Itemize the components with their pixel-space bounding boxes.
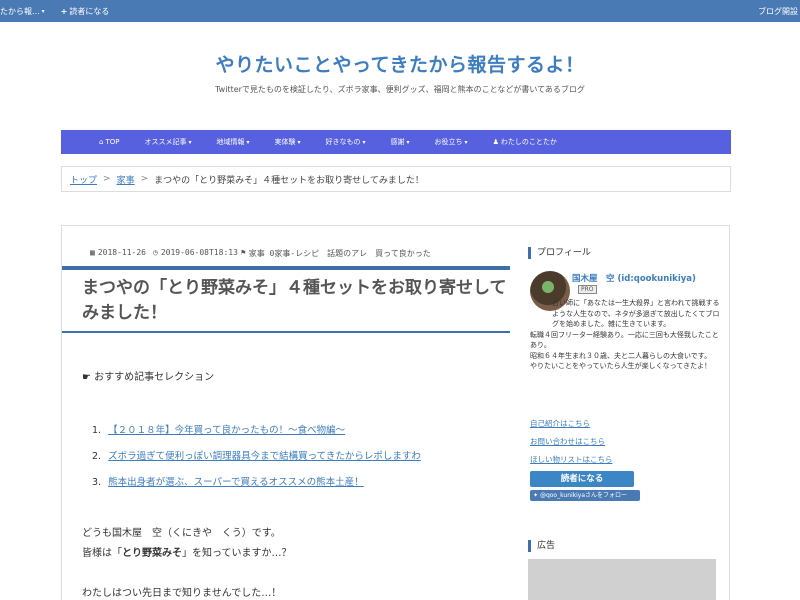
breadcrumb-category-link[interactable]: 家事 (117, 173, 135, 186)
category-list[interactable]: 家事 0家事-レシピ 話題のアレ 買って良かった (249, 248, 431, 259)
nav-item-about-me[interactable]: ♟ わたしのことたか (493, 137, 557, 147)
nav-item-local-info[interactable]: 地域情報 ▾ (216, 137, 249, 147)
caret-down-icon: ▾ (41, 8, 45, 15)
self-intro-link[interactable]: 自己紹介はこちら (530, 418, 590, 429)
calendar-icon: ▦ (90, 248, 95, 257)
author-name[interactable]: 国木屋 空 (id:qookunikiya) (572, 272, 696, 284)
breadcrumb-separator: > (103, 174, 111, 184)
start-blog-link[interactable]: ブログ開設 (758, 6, 798, 17)
twitter-follow-button[interactable]: ✦ @qoo_kunikiyaさんをフォロー (530, 490, 640, 501)
body-paragraph: どうも国木屋 空（くにきや くう）です。 (82, 528, 281, 539)
article-title[interactable]: まつやの「とり野菜みそ」４種セットをお取り寄せしてみました！ (82, 276, 512, 326)
chevron-down-icon: ▾ (464, 138, 468, 146)
nav-item-top[interactable]: ⌂ TOP (99, 138, 119, 146)
plus-icon: + (60, 7, 68, 16)
site-description: Twitterで見たものを検証したり、ズボラ家事、便利グッズ、福岡と熊本のことな… (215, 85, 585, 94)
title-top-border (62, 266, 520, 270)
recommended-link[interactable]: ズボラ過ぎて便利っぽい調理器具今まで結構買ってきたからレポしますわ (108, 451, 421, 462)
title-bottom-border (62, 331, 520, 333)
body-paragraph: 皆様は「とり野菜みそ」を知っていますか…？ (82, 548, 292, 559)
profile-heading: プロフィール (528, 247, 591, 259)
pointing-hand-icon: ☛ (82, 372, 91, 383)
nav-item-useful[interactable]: お役立ち ▾ (435, 137, 468, 147)
chevron-down-icon: ▾ (188, 138, 192, 146)
home-icon: ⌂ (99, 138, 104, 146)
recommended-link[interactable]: 【２０１８年】今年買って良かったもの！～食べ物編～ (108, 425, 345, 436)
contact-link[interactable]: お問い合わせはこちら (530, 436, 605, 447)
chevron-down-icon: ▾ (246, 138, 250, 146)
blog-menu-link[interactable]: たから報... ▾ (0, 6, 45, 17)
subscribe-link[interactable]: + 読者になる (61, 6, 110, 17)
wishlist-link[interactable]: ほしい物リストはこちら (530, 454, 613, 465)
top-bar: たから報... ▾ + 読者になる ブログ開設 (0, 0, 800, 22)
recommended-list: 1. 【２０１８年】今年買って良かったもの！～食べ物編～ 2. ズボラ過ぎて便利… (92, 422, 421, 500)
nav-item-favorites[interactable]: 好きなもの ▾ (326, 137, 366, 147)
list-item: 3. 熊本出身者が選ぶ、スーパーで買えるオススメの熊本土産！ (92, 477, 364, 488)
subscribe-button[interactable]: 読者になる (530, 471, 634, 487)
twitter-icon: ✦ (533, 492, 539, 499)
user-icon: ♟ (492, 138, 499, 146)
chevron-down-icon: ▾ (406, 138, 410, 146)
breadcrumb: トップ > 家事 > まつやの「とり野菜みそ」４種セットをお取り寄せしてみました… (61, 166, 731, 192)
sidebar: プロフィール 国木屋 空 (id:qookunikiya) PRO 占い師に「あ… (510, 225, 730, 600)
body-paragraph: わたしはつい先日まで知りませんでした…！ (82, 588, 282, 599)
article-meta: ▦ 2018-11-26 ◷ 2019-06-08T18:13 ⚑ 家事 0家事… (90, 248, 431, 259)
clock-icon: ◷ (153, 248, 158, 257)
chevron-down-icon: ▾ (297, 138, 301, 146)
tag-icon: ⚑ (240, 248, 246, 257)
nav-item-thanks[interactable]: 感謝 ▾ (391, 137, 410, 147)
updated-date: 2019-06-08T18:13 (160, 248, 238, 257)
author-bio: 占い師に「あなたは一生大殺界」と言われて挑戦するような人生なので、ネタが多過ぎて… (530, 299, 720, 370)
ad-heading: 広告 (528, 540, 555, 552)
breadcrumb-top-link[interactable]: トップ (70, 173, 97, 186)
nav-item-experience[interactable]: 実体験 ▾ (275, 137, 301, 147)
global-nav: ⌂ TOP オススメ記事 ▾ 地域情報 ▾ 実体験 ▾ 好きなもの ▾ 感謝 ▾… (61, 130, 731, 154)
publish-date: 2018-11-26 (97, 248, 146, 257)
pro-badge: PRO (578, 285, 597, 294)
recommended-heading: ☛ おすすめ記事セレクション (82, 372, 215, 383)
chevron-down-icon: ▾ (362, 138, 366, 146)
site-title[interactable]: やりたいことやってきたから報告するよ！ (0, 50, 800, 77)
nav-item-recommended[interactable]: オススメ記事 ▾ (144, 137, 191, 147)
list-item: 2. ズボラ過ぎて便利っぽい調理器具今まで結構買ってきたからレポしますわ (92, 451, 421, 462)
article-body: どうも国木屋 空（くにきや くう）です。 皆様は「とり野菜みそ」を知っていますか… (82, 524, 292, 600)
recommended-link[interactable]: 熊本出身者が選ぶ、スーパーで買えるオススメの熊本土産！ (108, 477, 364, 488)
ad-placeholder[interactable] (528, 559, 716, 600)
breadcrumb-separator: > (140, 174, 149, 184)
list-item: 1. 【２０１８年】今年買って良かったもの！～食べ物編～ (92, 425, 346, 436)
article-main: ▦ 2018-11-26 ◷ 2019-06-08T18:13 ⚑ 家事 0家事… (61, 225, 521, 600)
breadcrumb-current: まつやの「とり野菜みそ」４種セットをお取り寄せしてみました！ (154, 175, 424, 186)
